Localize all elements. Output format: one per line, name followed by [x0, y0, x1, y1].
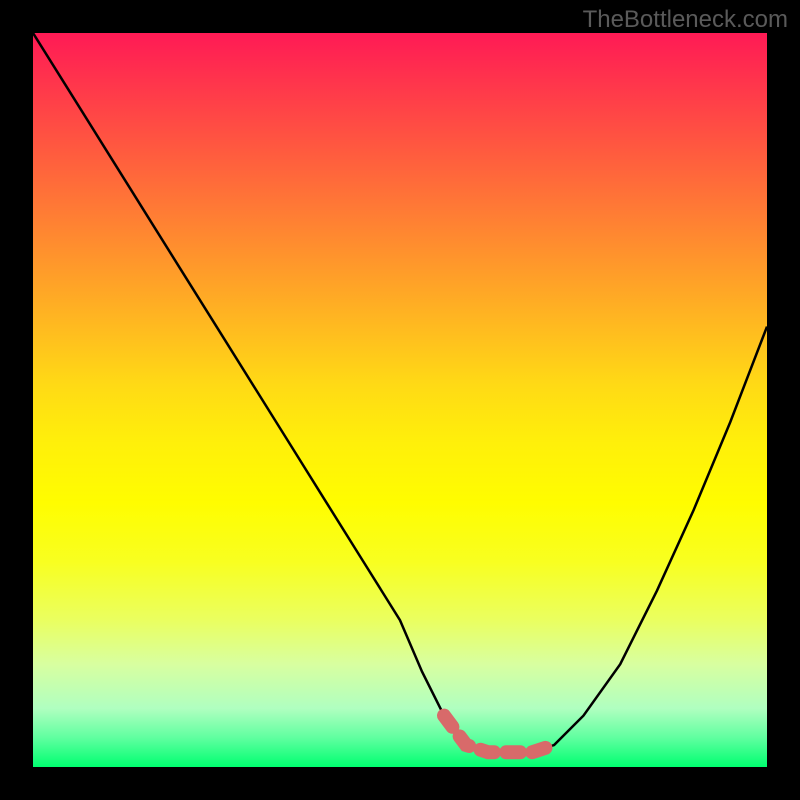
watermark-text: TheBottleneck.com — [583, 6, 788, 34]
chart-gradient-area — [33, 33, 767, 767]
chart-svg — [33, 33, 767, 767]
optimal-region-highlight — [444, 716, 554, 753]
bottleneck-curve-line — [33, 33, 767, 752]
